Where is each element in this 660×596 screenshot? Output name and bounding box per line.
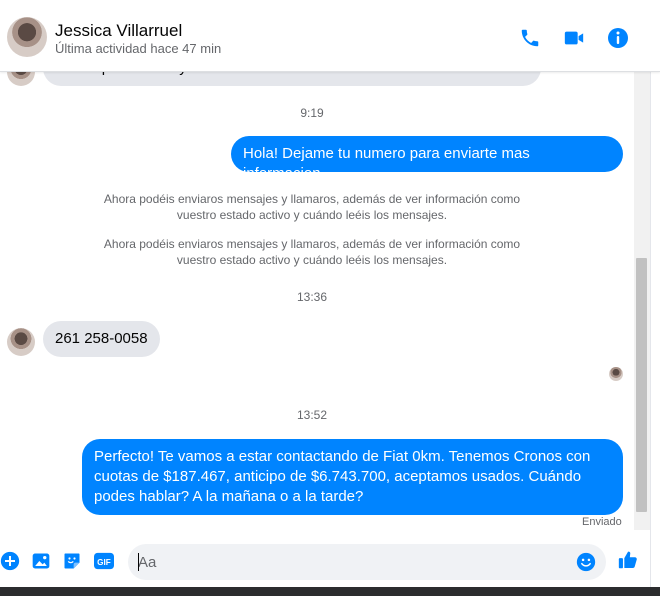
like-icon (618, 551, 637, 569)
system-notice: Ahora podéis enviaros mensajes y llamaro… (103, 237, 521, 267)
conversation-info-button[interactable] (605, 25, 631, 51)
sticker-icon (64, 553, 80, 569)
system-notice: Ahora podéis enviaros mensajes y llamaro… (103, 192, 521, 222)
conversation-header: Jessica Villarruel Última actividad hace… (0, 0, 660, 72)
info-icon (608, 28, 628, 48)
sticker-button[interactable] (61, 550, 83, 572)
scrollbar-thumb[interactable] (636, 258, 647, 512)
message-bubble-incoming[interactable]: 261 258-0058 (43, 321, 160, 357)
message-bubble-incoming[interactable]: saber qué auto es y de cuánto son las cu… (43, 72, 541, 86)
message-bubble-outgoing[interactable]: Perfecto! Te vamos a estar contactando d… (82, 439, 623, 515)
contact-avatar-small (7, 328, 35, 356)
video-icon (564, 31, 584, 45)
message-input-container[interactable] (128, 544, 606, 580)
contact-avatar[interactable] (7, 17, 47, 57)
timestamp: 13:52 (296, 408, 328, 422)
message-bubble-outgoing[interactable]: Hola! Dejame tu numero para enviarte mas… (231, 136, 623, 182)
more-actions-button[interactable] (0, 550, 21, 572)
gif-button[interactable]: GIF (93, 550, 115, 572)
contact-avatar-small (7, 72, 35, 86)
attach-image-button[interactable] (30, 550, 52, 572)
contact-name[interactable]: Jessica Villarruel (55, 21, 182, 41)
image-icon (32, 553, 50, 569)
plus-icon (0, 551, 20, 571)
message-input[interactable] (138, 544, 568, 580)
video-call-button[interactable] (561, 25, 587, 51)
message-composer: GIF (0, 537, 650, 587)
emoji-button[interactable] (575, 551, 597, 573)
last-active-status: Última actividad hace 47 min (55, 41, 222, 56)
scrollbar[interactable] (634, 72, 650, 530)
text-caret (138, 553, 139, 571)
seen-receipt-avatar (609, 367, 623, 381)
call-button[interactable] (517, 25, 543, 51)
timestamp: 13:36 (296, 290, 328, 304)
gif-icon: GIF (94, 552, 114, 570)
message-list[interactable]: saber qué auto es y de cuánto son las cu… (0, 72, 634, 537)
window-edge (650, 0, 660, 596)
send-like-button[interactable] (617, 549, 639, 571)
phone-icon (521, 29, 539, 47)
gif-label: GIF (97, 558, 111, 567)
delivery-status: Enviado (582, 516, 622, 528)
taskbar-edge (0, 587, 660, 596)
emoji-icon (576, 552, 596, 572)
timestamp: 9:19 (300, 106, 324, 120)
